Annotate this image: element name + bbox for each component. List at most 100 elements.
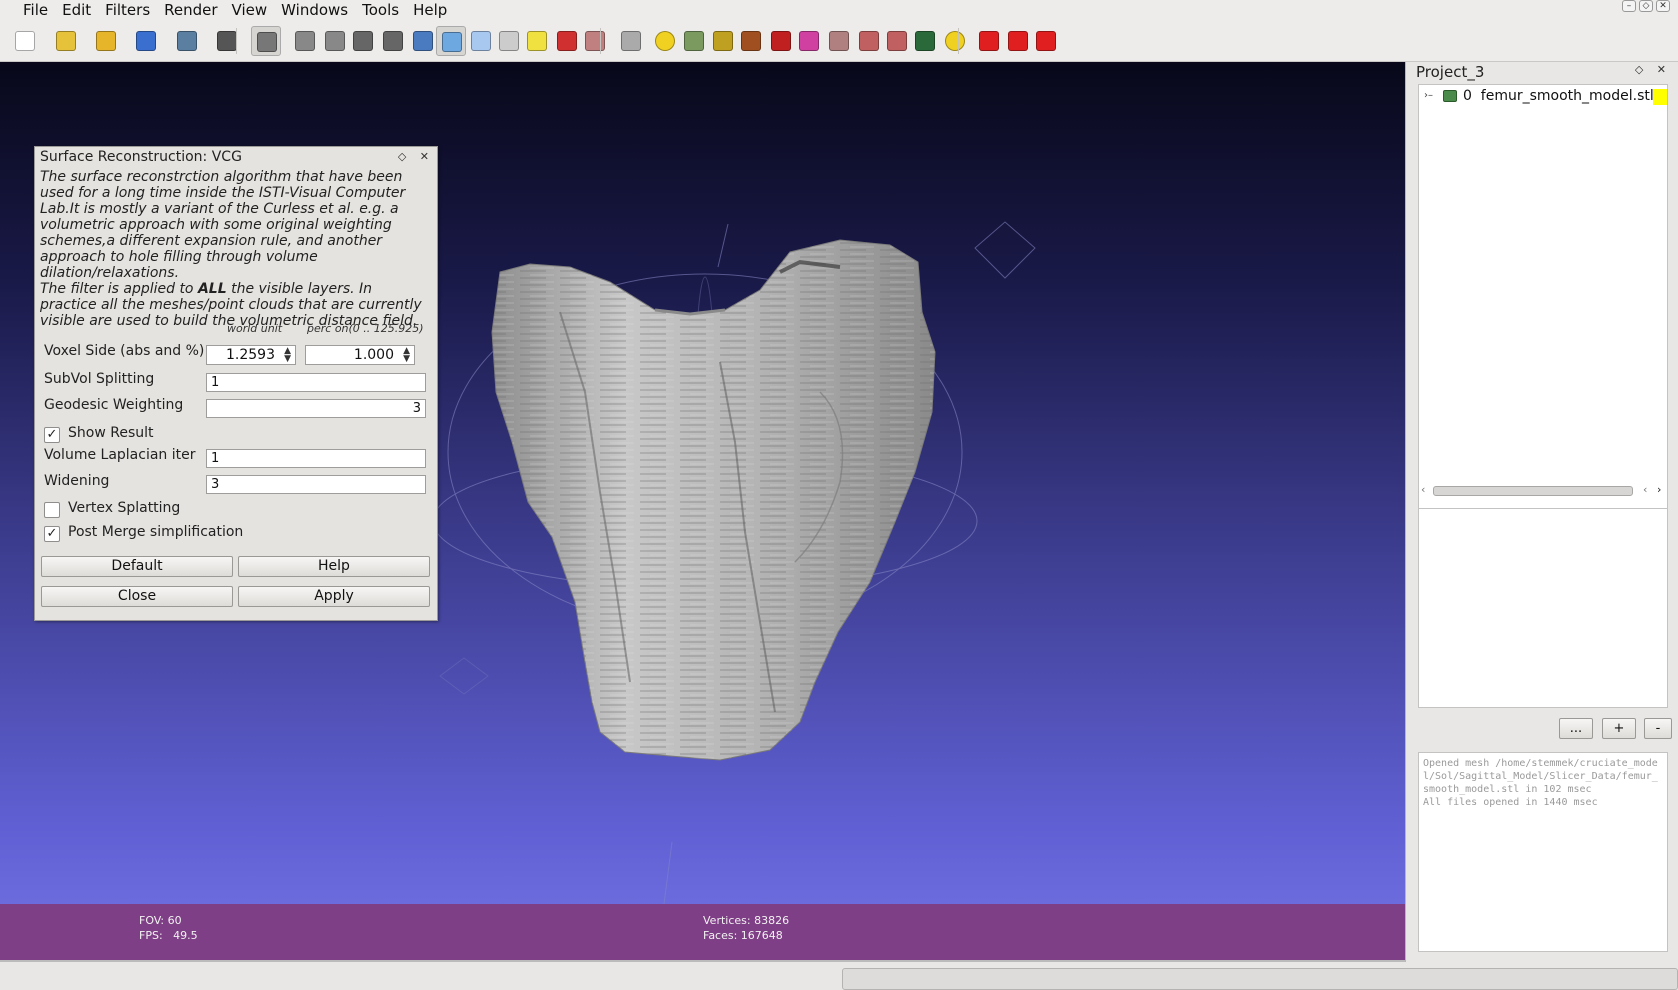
menu-bar: File Edit Filters Render View Windows To… [0, 0, 1678, 20]
post-merge-checkbox[interactable]: ✓ [44, 526, 60, 542]
menu-view[interactable]: View [225, 0, 275, 20]
dialog-close-icon[interactable]: ✕ [420, 150, 429, 163]
layer-tree: ›– 0 femur_smooth_model.stl ‹ ‹ › [1418, 84, 1668, 546]
manipulator-icon[interactable] [616, 26, 646, 56]
selection-render-icon-glyph [585, 31, 605, 51]
raster-icon[interactable] [910, 26, 940, 56]
default-button[interactable]: Default [41, 556, 233, 577]
color-icon-glyph [799, 31, 819, 51]
spinbox-arrows-icon[interactable]: ▲ ▼ [284, 347, 291, 364]
layer-color-swatch [1653, 89, 1667, 105]
menu-windows[interactable]: Windows [274, 0, 355, 20]
annotation-icon[interactable] [650, 26, 680, 56]
select-faces-icon[interactable] [824, 26, 854, 56]
scroll-right-icon[interactable]: › [1657, 483, 1661, 496]
dialog-title: Surface Reconstruction: VCG [40, 149, 242, 165]
delete-selection-icon[interactable] [1031, 26, 1061, 56]
minimize-icon[interactable]: – [1622, 0, 1636, 12]
menu-help[interactable]: Help [406, 0, 454, 20]
snapshot-icon-glyph [217, 31, 237, 51]
voxel-perc-spinbox[interactable]: 1.000 ▲ ▼ [305, 345, 415, 365]
panel-close-icon[interactable]: ✕ [1657, 63, 1666, 76]
texture-render-icon-glyph [499, 31, 519, 51]
flat-render-icon[interactable] [436, 26, 466, 56]
color-icon[interactable] [794, 26, 824, 56]
select-connected-icon[interactable] [882, 26, 912, 56]
spinbox-arrows-icon[interactable]: ▲ ▼ [403, 347, 410, 364]
wireframe-render-icon[interactable] [348, 26, 378, 56]
paint-icon[interactable] [708, 26, 738, 56]
ao-icon[interactable] [679, 26, 709, 56]
layer-dialog: Project_3 ◇ ✕ ›– 0 femur_smooth_model.st… [1405, 62, 1678, 962]
more-button[interactable]: ... [1559, 718, 1593, 739]
subvol-splitting-label: SubVol Splitting [44, 371, 155, 387]
log-area: Opened mesh /home/stemmek/cruciate_model… [1418, 752, 1668, 952]
add-button[interactable]: + [1602, 718, 1636, 739]
select-vertices-icon-glyph [859, 31, 879, 51]
tree-horizontal-scrollbar[interactable]: ‹ ‹ › [1419, 483, 1667, 499]
delete-vertices-icon[interactable] [1003, 26, 1033, 56]
widening-field[interactable]: 3 [206, 475, 426, 494]
reload-icon[interactable] [131, 26, 161, 56]
scroll-left-icon[interactable]: ‹ [1421, 483, 1425, 496]
selection-render-icon[interactable] [580, 26, 610, 56]
layer-info-area [1418, 508, 1668, 708]
brush-icon[interactable] [736, 26, 766, 56]
scroll-left-icon[interactable]: ‹ [1643, 483, 1647, 496]
points-render-icon[interactable] [320, 26, 350, 56]
toolbar-separator [958, 28, 959, 54]
flat-lines-render-icon[interactable] [408, 26, 438, 56]
post-merge-label: Post Merge simplification [68, 524, 244, 540]
meshlab-window: File Edit Filters Render View Windows To… [0, 0, 1678, 990]
close-window-icon[interactable]: ✕ [1656, 0, 1670, 12]
layers-icon[interactable] [251, 26, 281, 56]
delete-faces-icon[interactable] [974, 26, 1004, 56]
float-icon[interactable]: ◇ [1635, 63, 1643, 76]
pickpoints-icon[interactable] [766, 26, 796, 56]
dialog-titlebar[interactable]: Surface Reconstruction: VCG ◇ ✕ [35, 147, 437, 167]
light-icon[interactable] [522, 26, 552, 56]
backface-icon[interactable] [552, 26, 582, 56]
restore-icon[interactable]: ◇ [1639, 0, 1653, 12]
float-icon[interactable]: ◇ [398, 150, 406, 163]
menu-tools[interactable]: Tools [355, 0, 406, 20]
widening-label: Widening [44, 473, 110, 489]
bbox-render-icon[interactable] [290, 26, 320, 56]
close-button[interactable]: Close [41, 586, 233, 607]
voxel-side-label: Voxel Side (abs and %) [44, 343, 205, 359]
geodesic-weighting-field[interactable]: 3 [206, 399, 426, 418]
subvol-splitting-field[interactable]: 1 [206, 373, 426, 392]
import-mesh-icon[interactable] [91, 26, 121, 56]
import-mesh-icon-glyph [96, 31, 116, 51]
reload-icon-glyph [136, 31, 156, 51]
smooth-render-icon[interactable] [466, 26, 496, 56]
eye-visibility-icon[interactable] [1443, 90, 1457, 102]
volume-laplacian-field[interactable]: 1 [206, 449, 426, 468]
expand-arrow-icon[interactable]: ›– [1424, 87, 1433, 105]
remove-button[interactable]: - [1644, 718, 1672, 739]
snapshot-icon[interactable] [212, 26, 242, 56]
scrollbar-thumb[interactable] [1433, 486, 1633, 496]
select-connected-icon-glyph [887, 31, 907, 51]
description-emphasis: ALL [197, 281, 227, 297]
viewport-info-bar: FOV: 60 FPS: 49.5 Vertices: 83826 Faces:… [0, 904, 1405, 960]
hidden-lines-render-icon[interactable] [378, 26, 408, 56]
layer-row[interactable]: ›– 0 femur_smooth_model.stl [1419, 87, 1667, 105]
menu-file[interactable]: File [16, 0, 55, 20]
save-icon[interactable] [172, 26, 202, 56]
menu-filters[interactable]: Filters [98, 0, 157, 20]
apply-button[interactable]: Apply [238, 586, 430, 607]
texture-render-icon[interactable] [494, 26, 524, 56]
new-project-icon[interactable] [10, 26, 40, 56]
open-project-icon[interactable] [51, 26, 81, 56]
show-result-checkbox[interactable]: ✓ [44, 427, 60, 443]
help-button[interactable]: Help [238, 556, 430, 577]
flat-lines-render-icon-glyph [413, 31, 433, 51]
menu-render[interactable]: Render [157, 0, 224, 20]
menu-edit[interactable]: Edit [55, 0, 98, 20]
info-icon[interactable] [940, 26, 970, 56]
vertex-splatting-checkbox[interactable] [44, 502, 60, 518]
select-vertices-icon[interactable] [854, 26, 884, 56]
voxel-abs-spinbox[interactable]: 1.2593 ▲ ▼ [206, 345, 296, 365]
vertices-count: Vertices: 83826 [703, 914, 790, 927]
